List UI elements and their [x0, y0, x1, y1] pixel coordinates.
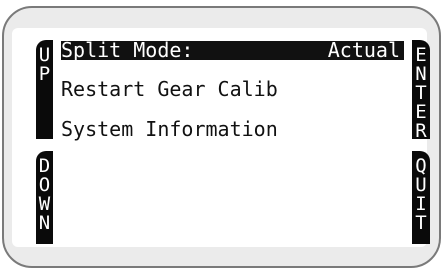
up-softkey[interactable]: U P — [36, 40, 53, 139]
enter-letter: R — [415, 120, 427, 142]
menu-item-label: Split Mode: — [61, 38, 194, 62]
quit-letter: T — [415, 212, 427, 234]
menu-item-split-mode[interactable]: Split Mode: Actual — [61, 38, 404, 62]
menu-item-system-information[interactable]: System Information — [61, 117, 278, 141]
enter-softkey[interactable]: E N T E R — [412, 40, 430, 142]
down-softkey[interactable]: D O W N — [36, 151, 53, 244]
menu-item-value: Actual — [327, 38, 400, 62]
menu-item-label: Restart Gear Calib — [61, 77, 278, 101]
quit-softkey[interactable]: Q U I T — [412, 151, 430, 244]
menu-item-restart-gear-calib[interactable]: Restart Gear Calib — [61, 77, 278, 101]
down-letter: N — [38, 212, 51, 234]
up-letter: P — [38, 63, 51, 85]
menu-item-label: System Information — [61, 117, 278, 141]
